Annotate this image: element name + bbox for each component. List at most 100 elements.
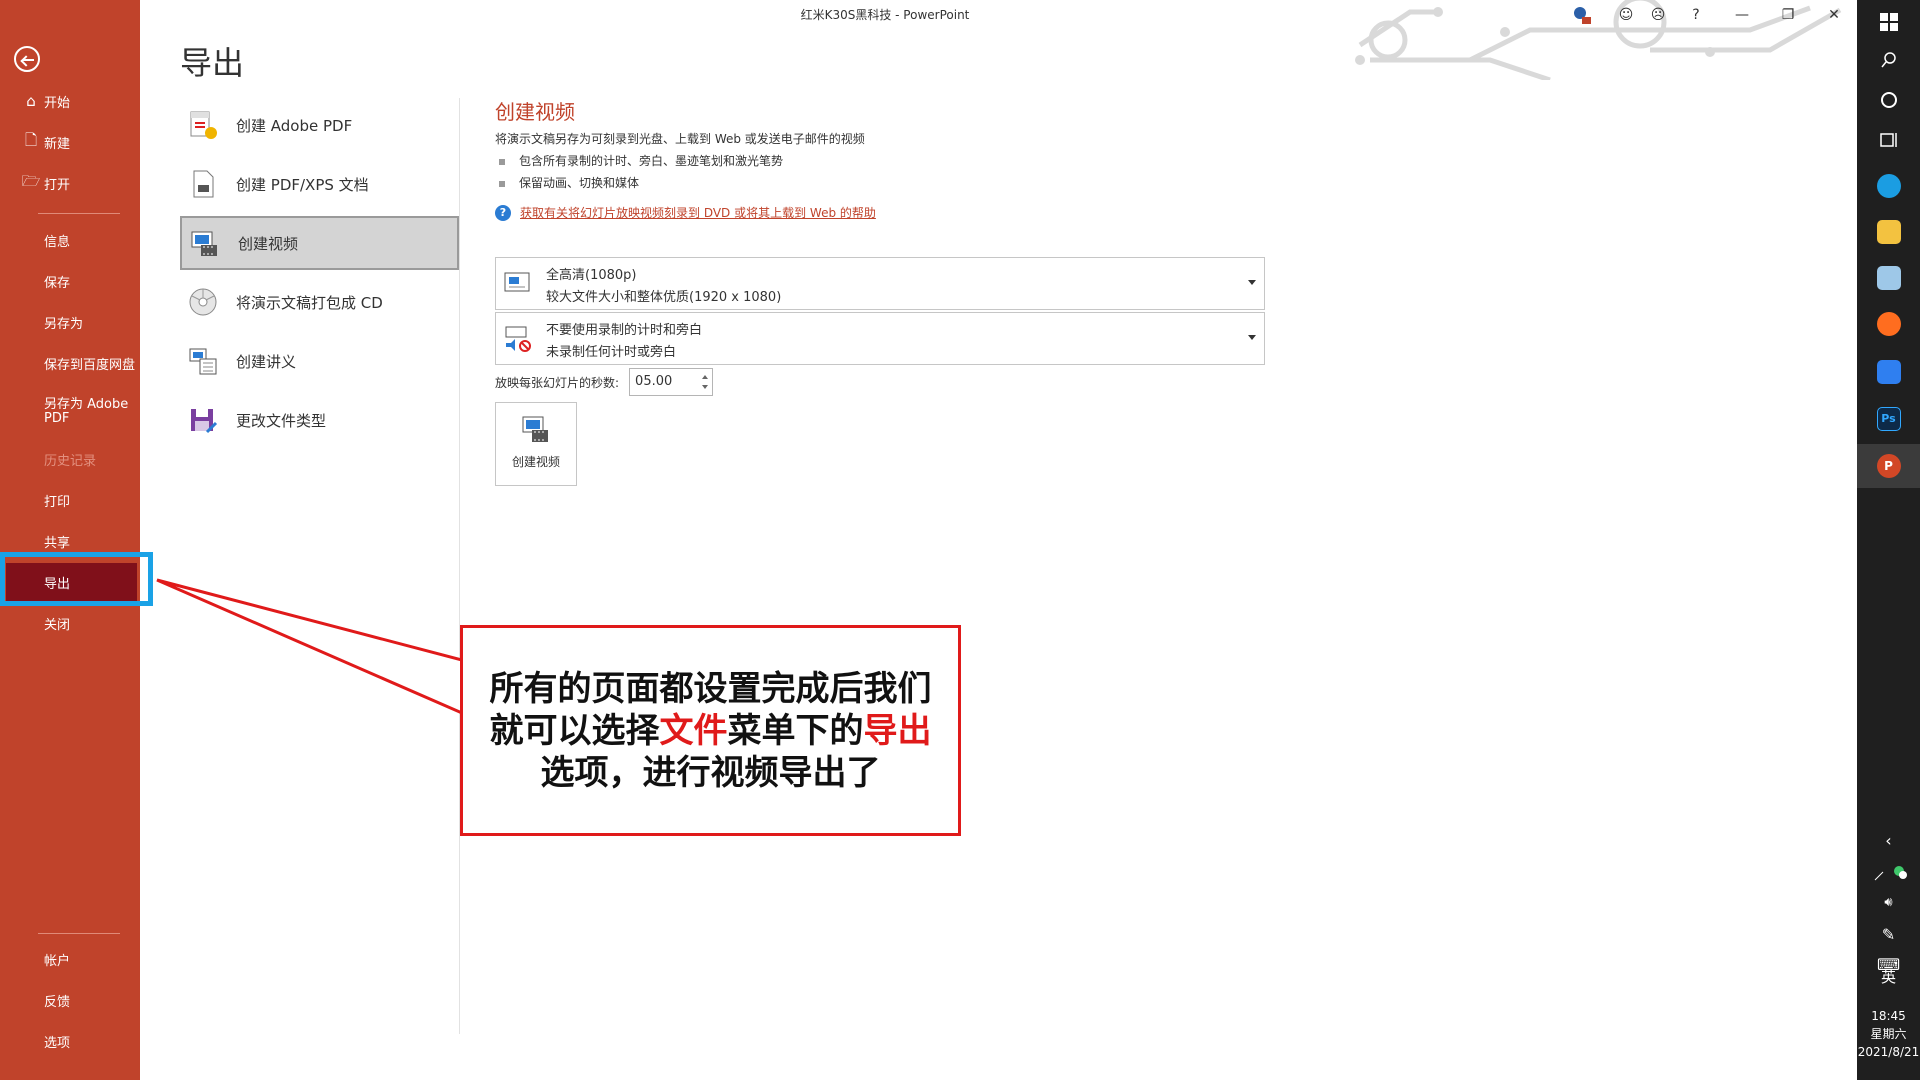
adobe-pdf-icon: [186, 108, 220, 142]
annotation-line-3: 选项，进行视频导出了: [540, 752, 881, 793]
annotation-text: 就可以选择: [489, 710, 660, 751]
sidebar-item-open[interactable]: 🗁 打开: [0, 164, 140, 202]
sidebar-divider: [38, 213, 120, 214]
powerpoint-app-icon[interactable]: P: [1857, 444, 1920, 488]
chevron-down-icon: [1248, 335, 1256, 340]
sidebar-item-label: 历史记录: [44, 453, 97, 469]
sidebar-item-label: 新建: [44, 136, 71, 152]
windows-taskbar: Ps P ‹ 🔊︎ ✎ ⌨ 英 18:45 星期六 2021/8/21: [1857, 0, 1920, 1080]
sidebar-item-new[interactable]: 🗋 新建: [0, 123, 140, 161]
help-button[interactable]: ?: [1676, 2, 1716, 28]
timing-narration-dropdown[interactable]: 不要使用录制的计时和旁白 未录制任何计时或旁白: [495, 312, 1265, 365]
video-quality-dropdown[interactable]: 全高清(1080p) 较大文件大小和整体优质(1920 x 1080): [495, 257, 1265, 310]
taskbar-date[interactable]: 2021/8/21: [1857, 1044, 1920, 1061]
search-icon[interactable]: [1857, 38, 1920, 82]
sidebar-item-home[interactable]: ⌂ 开始: [0, 82, 140, 120]
detail-title: 创建视频: [495, 100, 575, 124]
help-link[interactable]: 获取有关将幻灯片放映视频刻录到 DVD 或将其上载到 Web 的帮助: [520, 204, 876, 221]
firefox-browser-icon[interactable]: [1857, 302, 1920, 346]
pane-separator: [459, 98, 460, 1034]
no-narration-icon: [502, 325, 532, 352]
cd-disc-icon: [186, 285, 220, 319]
sidebar-item-save[interactable]: 保存: [0, 262, 140, 300]
new-document-icon: 🗋: [24, 130, 38, 149]
annotation-line-1: 所有的页面都设置完成后我们: [489, 668, 932, 709]
detail-bullet: 包含所有录制的计时、旁白、墨迹笔划和激光笔势: [499, 152, 783, 169]
sidebar-item-label: 共享: [44, 535, 71, 551]
create-video-button[interactable]: 创建视频: [495, 402, 577, 486]
detail-description: 将演示文稿另存为可刻录到光盘、上载到 Web 或发送电子邮件的视频: [495, 132, 865, 146]
export-option-create-video[interactable]: 创建视频: [180, 216, 459, 270]
sidebar-item-account[interactable]: 帐户: [0, 940, 140, 978]
sidebar-item-print[interactable]: 打印: [0, 481, 140, 519]
timing-title: 不要使用录制的计时和旁白: [546, 323, 703, 338]
sidebar-item-feedback[interactable]: 反馈: [0, 981, 140, 1019]
sidebar-item-label: 开始: [44, 95, 71, 111]
sidebar-item-label: 保存: [44, 275, 71, 291]
sidebar-item-label: 另存为: [44, 316, 84, 332]
export-option-label: 创建讲义: [236, 352, 297, 371]
sidebar-item-close[interactable]: 关闭: [0, 604, 140, 642]
quality-title: 全高清(1080p): [546, 268, 637, 283]
export-highlight-box: [0, 552, 153, 606]
powerpoint-backstage-window: ⌂ 开始 🗋 新建 🗁 打开 信息 保存 另存为 保存到百度网盘 另存为 Ado…: [0, 0, 1920, 1080]
feishu-app-icon[interactable]: [1857, 350, 1920, 394]
notes-app-icon[interactable]: [1857, 256, 1920, 300]
taskbar-weekday[interactable]: 星期六: [1857, 1026, 1920, 1043]
save-file-type-icon: [186, 403, 220, 437]
presentation-quality-icon: [502, 270, 532, 296]
export-option-label: 创建视频: [238, 234, 299, 253]
seconds-stepper[interactable]: 05.00: [629, 368, 714, 396]
sidebar-item-save-to-baidu[interactable]: 保存到百度网盘: [0, 344, 140, 382]
cortana-icon[interactable]: [1857, 78, 1920, 122]
sidebar-item-label: 保存到百度网盘: [44, 357, 136, 373]
sidebar-item-label: 关闭: [44, 617, 71, 633]
quality-subtitle: 较大文件大小和整体优质(1920 x 1080): [546, 290, 782, 305]
sidebar-item-options[interactable]: 选项: [0, 1022, 140, 1060]
taskbar-time[interactable]: 18:45: [1857, 1008, 1920, 1025]
frown-feedback-icon[interactable]: ☹: [1638, 2, 1678, 28]
photoshop-icon[interactable]: Ps: [1857, 397, 1920, 441]
handouts-icon: [186, 344, 220, 378]
folder-open-icon: 🗁: [21, 171, 41, 190]
timing-subtitle: 未录制任何计时或旁白: [546, 345, 677, 360]
create-video-icon: [520, 413, 552, 445]
create-video-button-label: 创建视频: [511, 455, 560, 469]
sidebar-item-label: 信息: [44, 234, 71, 250]
sidebar-item-history: 历史记录: [0, 440, 140, 478]
window-title: 红米K30S黑科技 - PowerPoint: [800, 8, 970, 22]
sidebar-item-label: 帐户: [44, 953, 71, 969]
minimize-button[interactable]: —: [1722, 2, 1762, 28]
export-option-handouts[interactable]: 创建讲义: [180, 334, 459, 388]
pdf-xps-document-icon: [186, 167, 220, 201]
coauthor-icon[interactable]: [1562, 2, 1602, 28]
export-option-package-cd[interactable]: 将演示文稿打包成 CD: [180, 275, 459, 329]
back-arrow-icon[interactable]: [14, 46, 40, 72]
annotation-text: 菜单下的: [727, 710, 864, 751]
sidebar-item-label: 反馈: [44, 994, 71, 1010]
sidebar-item-save-as-adobe-pdf[interactable]: 另存为 Adobe PDF: [0, 396, 140, 440]
input-language-indicator[interactable]: 英: [1857, 966, 1920, 987]
restore-button[interactable]: ❐: [1768, 2, 1808, 28]
export-option-pdf-xps[interactable]: 创建 PDF/XPS 文档: [180, 157, 459, 211]
sidebar-item-label: 选项: [44, 1035, 71, 1051]
chevron-down-icon: [1248, 280, 1256, 285]
edge-browser-icon[interactable]: [1857, 164, 1920, 208]
task-view-icon[interactable]: [1857, 118, 1920, 162]
export-option-label: 更改文件类型: [236, 411, 327, 430]
close-button[interactable]: ✕: [1814, 2, 1854, 28]
export-option-adobe-pdf[interactable]: 创建 Adobe PDF: [180, 98, 459, 152]
export-option-change-file-type[interactable]: 更改文件类型: [180, 393, 459, 447]
sidebar-item-info[interactable]: 信息: [0, 221, 140, 259]
detail-bullet: 保留动画、切换和媒体: [499, 174, 639, 191]
help-row: ? 获取有关将幻灯片放映视频刻录到 DVD 或将其上载到 Web 的帮助: [495, 204, 876, 221]
file-explorer-icon[interactable]: [1857, 210, 1920, 254]
seconds-value: 05.00: [635, 374, 673, 389]
sidebar-item-label: 打开: [44, 177, 71, 193]
annotation-highlight-export: 导出: [863, 710, 932, 751]
seconds-per-slide-row: 放映每张幻灯片的秒数: 05.00: [495, 368, 714, 396]
sidebar-item-save-as[interactable]: 另存为: [0, 303, 140, 341]
export-option-label: 创建 PDF/XPS 文档: [236, 175, 369, 194]
spin-down-icon[interactable]: [702, 385, 709, 389]
spin-up-icon[interactable]: [702, 375, 709, 379]
